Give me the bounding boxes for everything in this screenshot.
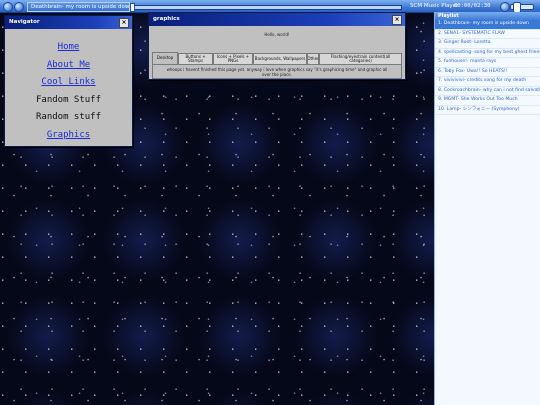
seek-bar[interactable] (132, 4, 402, 10)
playlist-item[interactable]: 6. Toby Fox- Uwa!! So HEATS!! (435, 68, 540, 77)
graphics-tabs: Desktop Buttons + Stamps Icons + Pixels … (152, 52, 402, 64)
nav-item-random-stuff: Random stuff (35, 112, 102, 122)
player-time: 00:00/02:30 (454, 3, 491, 9)
player-title: SCM Music Player (410, 3, 459, 9)
tab-flashing-content[interactable]: Flashing/eyestrain content(all categorie… (319, 53, 402, 64)
playlist-item[interactable]: 8. Cockroachbrain- why can i not find sa… (435, 87, 540, 96)
tab-backgrounds-wallpapers[interactable]: Backgrounds, Wallpapers (253, 53, 307, 64)
now-playing-display: Deathbrain- my room is upside down (27, 2, 130, 12)
nav-link-home[interactable]: Home (5, 40, 132, 55)
playlist-item[interactable]: 2. SENA1- SYSTEMATIC FLAW (435, 30, 540, 39)
volume-handle[interactable] (513, 1, 521, 13)
navigator-window: Navigator × Home About Me Cool Links Fan… (4, 15, 133, 147)
navigator-titlebar[interactable]: Navigator × (5, 16, 132, 29)
hello-text: Hello, world! (264, 32, 290, 37)
playlist-title: Playlist (435, 12, 540, 20)
graphics-title: graphics (153, 16, 180, 22)
next-button[interactable] (14, 2, 24, 12)
tab-icons-pixels-pngs[interactable]: Icons + Pixels + PNGs (213, 53, 253, 64)
tab-buttons-stamps[interactable]: Buttons + Stamps (178, 53, 213, 64)
playlist-item[interactable]: 3. Ginger Root- Loretta (435, 39, 540, 49)
now-playing-text: Deathbrain- my room is upside down (31, 4, 130, 10)
playlist-item[interactable]: 1. Deathbrain- my room is upside down (435, 20, 540, 30)
graphics-titlebar[interactable]: graphics × (149, 13, 405, 26)
navigator-menu: Home About Me Cool Links Fandom Stuff Ra… (5, 29, 132, 142)
close-icon[interactable]: × (392, 15, 402, 25)
volume-icon[interactable] (500, 2, 510, 12)
playlist-item[interactable]: 9. MGMT- She Works Out Too Much (435, 96, 540, 106)
tab-desktop[interactable]: Desktop (152, 52, 178, 64)
playlist-item[interactable]: 10. Lamp- シンフォニー (Symphony) (435, 106, 540, 115)
graphics-window: graphics × Hello, world! Desktop Buttons… (148, 12, 406, 80)
nav-item-fandom-stuff: Fandom Stuff (35, 94, 102, 105)
play-button[interactable] (3, 2, 13, 12)
close-icon[interactable]: × (119, 18, 129, 28)
nav-link-cool-links[interactable]: Cool Links (5, 75, 132, 90)
tab-panel-content: whoops i havent finished this page yet. … (152, 64, 402, 79)
playlist-panel: Playlist 1. Deathbrain- my room is upsid… (434, 12, 540, 405)
nav-link-graphics[interactable]: Graphics (5, 128, 132, 143)
seek-handle[interactable] (130, 2, 135, 12)
navigator-title: Navigator (9, 19, 40, 25)
playlist-item[interactable]: 7. vivivivivi- credits song for my death (435, 77, 540, 87)
playlist-item[interactable]: 4. spellcasting- song for my best ghost … (435, 49, 540, 58)
playlist-item[interactable]: 5. funhouse!- manta rays (435, 58, 540, 68)
tab-other[interactable]: Other (307, 53, 319, 64)
nav-link-about-me[interactable]: About Me (5, 58, 132, 73)
